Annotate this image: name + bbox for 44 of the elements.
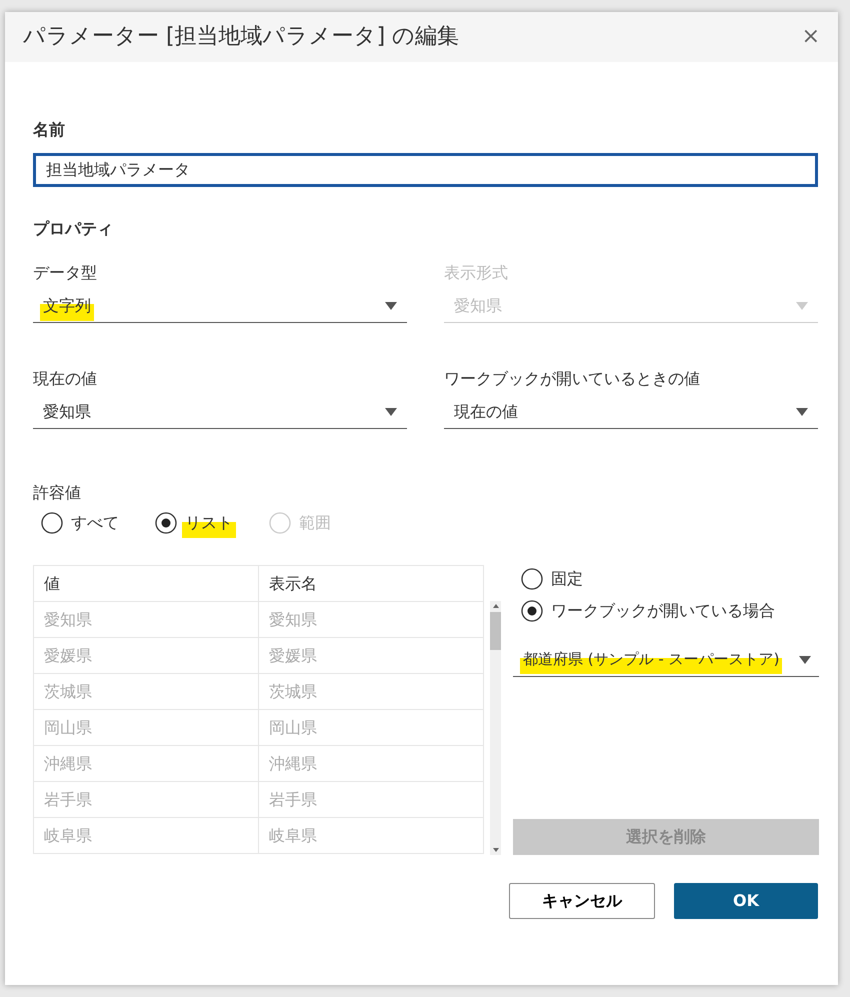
table-cell: 岩手県 — [258, 782, 484, 818]
ok-button[interactable]: OK — [674, 883, 818, 919]
dropdown: 愛知県 — [444, 289, 818, 323]
field-label: ワークブックが開いているときの値 — [444, 368, 701, 390]
scroll-thumb[interactable] — [490, 612, 501, 650]
table-cell: 岐阜県 — [258, 818, 484, 854]
scroll-up-icon[interactable] — [492, 604, 498, 608]
column-header: 表示名 — [258, 566, 484, 602]
caret-icon — [796, 302, 808, 310]
scroll-down-icon[interactable] — [492, 848, 498, 852]
table-cell: 岡山県 — [34, 710, 258, 746]
field-label: データ型 — [33, 262, 98, 284]
table-cell: 沖縄県 — [258, 746, 484, 782]
cancel-button[interactable]: キャンセル — [509, 883, 655, 919]
radio-option[interactable]: すべて — [41, 511, 119, 535]
radio-option[interactable]: 固定 — [521, 567, 819, 591]
table-cell: 沖縄県 — [34, 746, 258, 782]
table-cell: 愛知県 — [34, 602, 258, 638]
radio-option[interactable]: ワークブックが開いている場合 — [521, 599, 819, 623]
table-cell: 愛媛県 — [34, 638, 258, 674]
column-header: 値 — [34, 566, 258, 602]
caret-icon — [796, 408, 808, 416]
table-cell: 茨城県 — [34, 674, 258, 710]
table-cell: 岐阜県 — [34, 818, 258, 854]
section-heading: 名前 — [33, 119, 66, 141]
radio-option: 範囲 — [269, 511, 331, 535]
close-button[interactable]: × — [798, 26, 824, 48]
dialog-title: パラメーター [担当地域パラメータ] の編集 — [23, 24, 460, 50]
name-input-field[interactable]: 担当地域パラメータ — [33, 153, 818, 187]
field-label: 現在の値 — [33, 368, 98, 390]
caret-icon — [385, 408, 397, 416]
table-cell: 岡山県 — [258, 710, 484, 746]
scrollbar[interactable] — [490, 601, 501, 855]
dropdown[interactable]: 現在の値 — [444, 395, 818, 429]
table-cell: 茨城県 — [258, 674, 484, 710]
field-label: 表示形式 — [444, 262, 509, 284]
dropdown[interactable]: 愛知県 — [33, 395, 407, 429]
table-cell: 岩手県 — [34, 782, 258, 818]
table-cell: 愛知県 — [258, 602, 484, 638]
caret-icon — [385, 302, 397, 310]
caret-icon — [799, 656, 811, 664]
table-cell: 愛媛県 — [258, 638, 484, 674]
section-heading: プロパティ — [33, 218, 114, 240]
field-label: 許容値 — [33, 482, 82, 504]
